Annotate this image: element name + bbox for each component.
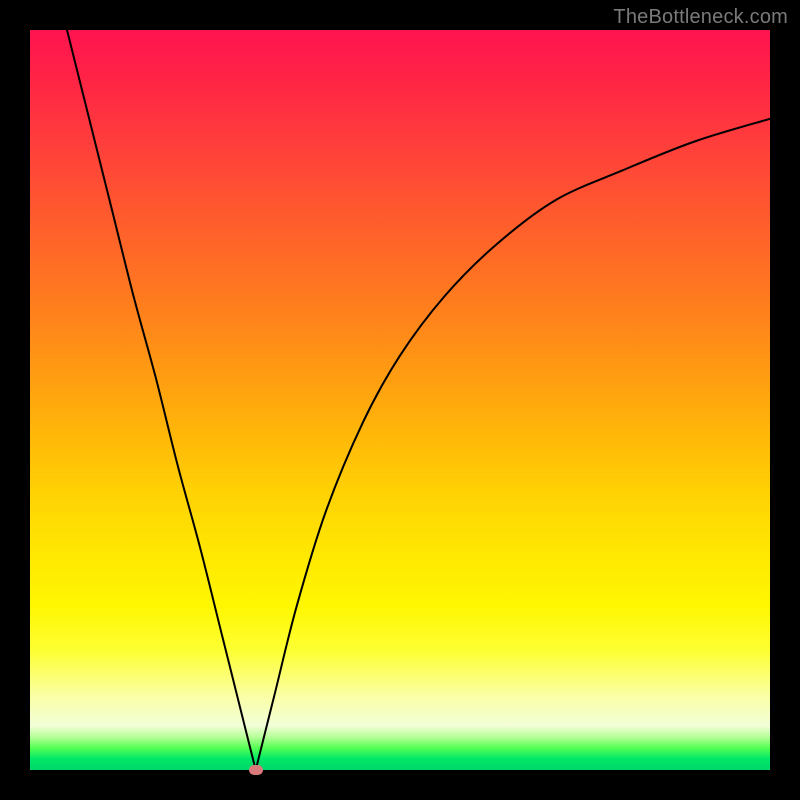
plot-area — [30, 30, 770, 770]
minimum-marker — [249, 765, 263, 775]
chart-frame: TheBottleneck.com — [0, 0, 800, 800]
watermark-text: TheBottleneck.com — [613, 6, 788, 29]
bottleneck-curve — [30, 30, 770, 770]
curve-path — [67, 30, 770, 777]
